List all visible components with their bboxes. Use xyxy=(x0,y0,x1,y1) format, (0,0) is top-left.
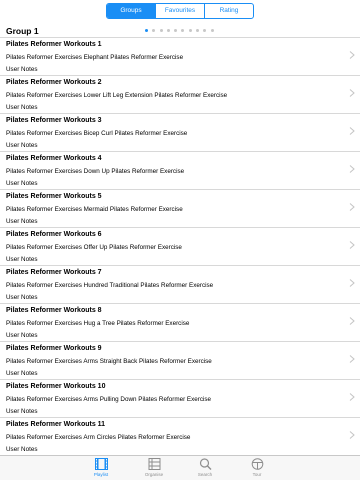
workout-subtitle: Pilates Reformer Exercises Elephant Pila… xyxy=(6,54,184,61)
film-icon xyxy=(94,458,108,470)
user-notes: User Notes xyxy=(6,446,38,453)
page-dot xyxy=(188,29,192,32)
page-dot xyxy=(196,29,200,32)
page-dot xyxy=(159,29,163,32)
group-title: Group 1 xyxy=(6,26,39,36)
list-item[interactable]: Pilates Reformer Workouts 5 Pilates Refor… xyxy=(0,190,360,228)
tab-tour[interactable]: Tour xyxy=(237,458,277,480)
tab-search[interactable]: Search xyxy=(185,458,225,480)
list-item[interactable]: Pilates Reformer Workouts 2 Pilates Refor… xyxy=(0,76,360,114)
user-notes: User Notes xyxy=(6,104,38,111)
workout-subtitle: Pilates Reformer Exercises Arms Pulling … xyxy=(6,396,212,403)
tour-icon xyxy=(251,458,263,470)
workout-title: Pilates Reformer Workouts 10 xyxy=(6,383,106,390)
workout-title: Pilates Reformer Workouts 6 xyxy=(6,231,102,238)
user-notes: User Notes xyxy=(6,408,38,415)
tab-bar: Playlist Organise Search Tour xyxy=(0,455,360,480)
page-dot xyxy=(152,29,156,32)
workout-subtitle: Pilates Reformer Exercises Offer Up Pila… xyxy=(6,244,182,251)
user-notes: User Notes xyxy=(6,294,38,301)
list-item[interactable]: Pilates Reformer Workouts 11 Pilates Refo… xyxy=(0,418,360,456)
tab-playlist[interactable]: Playlist xyxy=(81,458,121,480)
chevron-right-icon xyxy=(349,279,355,287)
chevron-right-icon xyxy=(349,89,355,97)
chevron-right-icon xyxy=(349,355,355,363)
workout-subtitle: Pilates Reformer Exercises Lower Lift Le… xyxy=(6,92,228,99)
page-indicator[interactable] xyxy=(145,29,214,32)
list-item[interactable]: Pilates Reformer Workouts 8 Pilates Refor… xyxy=(0,304,360,342)
user-notes: User Notes xyxy=(6,180,38,187)
tab-label: Organise xyxy=(144,472,164,477)
page-dot xyxy=(181,29,185,32)
page-dot xyxy=(174,29,178,32)
tab-label: Tour xyxy=(252,472,262,477)
workout-subtitle: Pilates Reformer Exercises Arms Straight… xyxy=(6,358,212,365)
chevron-right-icon xyxy=(349,51,355,59)
list-item[interactable]: Pilates Reformer Workouts 4 Pilates Refor… xyxy=(0,152,360,190)
user-notes: User Notes xyxy=(6,218,38,225)
workout-title: Pilates Reformer Workouts 7 xyxy=(6,269,102,276)
workout-subtitle: Pilates Reformer Exercises Hundred Tradi… xyxy=(6,282,214,289)
segmented-control: Groups Favourites Rating xyxy=(106,3,254,19)
list-item[interactable]: Pilates Reformer Workouts 9 Pilates Refor… xyxy=(0,342,360,380)
user-notes: User Notes xyxy=(6,370,38,377)
page-dot xyxy=(166,29,170,32)
workout-title: Pilates Reformer Workouts 11 xyxy=(6,421,106,428)
tab-label: Search xyxy=(197,472,213,477)
chevron-right-icon xyxy=(349,165,355,173)
list-item[interactable]: Pilates Reformer Workouts 1 Pilates Refor… xyxy=(0,38,360,76)
user-notes: User Notes xyxy=(6,256,38,263)
chevron-right-icon xyxy=(349,317,355,325)
user-notes: User Notes xyxy=(6,332,38,339)
user-notes: User Notes xyxy=(6,142,38,149)
workout-list: Pilates Reformer Workouts 1 Pilates Refor… xyxy=(0,37,360,456)
workout-subtitle: Pilates Reformer Exercises Hug a Tree Pi… xyxy=(6,320,190,327)
segment-rating[interactable]: Rating xyxy=(204,4,253,18)
workout-subtitle: Pilates Reformer Exercises Bicep Curl Pi… xyxy=(6,130,188,137)
segment-groups[interactable]: Groups xyxy=(107,4,155,18)
page-dot xyxy=(203,29,207,32)
list-item[interactable]: Pilates Reformer Workouts 6 Pilates Refor… xyxy=(0,228,360,266)
search-icon xyxy=(199,458,211,470)
chevron-right-icon xyxy=(349,127,355,135)
chevron-right-icon xyxy=(349,431,355,439)
list-item[interactable]: Pilates Reformer Workouts 10 Pilates Refo… xyxy=(0,380,360,418)
page-dot xyxy=(145,29,148,32)
top-bar: Groups Favourites Rating xyxy=(0,0,360,24)
user-notes: User Notes xyxy=(6,66,38,73)
list-item[interactable]: Pilates Reformer Workouts 7 Pilates Refor… xyxy=(0,266,360,304)
tab-organise[interactable]: Organise xyxy=(134,458,174,480)
list-item[interactable]: Pilates Reformer Workouts 3 Pilates Refor… xyxy=(0,114,360,152)
tab-label: Playlist xyxy=(93,472,109,477)
segment-favourites[interactable]: Favourites xyxy=(155,4,204,18)
page-dot xyxy=(210,29,214,32)
workout-subtitle: Pilates Reformer Exercises Down Up Pilat… xyxy=(6,168,185,175)
workout-title: Pilates Reformer Workouts 3 xyxy=(6,117,102,124)
workout-title: Pilates Reformer Workouts 8 xyxy=(6,307,102,314)
workout-title: Pilates Reformer Workouts 9 xyxy=(6,345,102,352)
workout-subtitle: Pilates Reformer Exercises Arm Circles P… xyxy=(6,434,191,441)
chevron-right-icon xyxy=(349,241,355,249)
chevron-right-icon xyxy=(349,203,355,211)
workout-title: Pilates Reformer Workouts 4 xyxy=(6,155,102,162)
chevron-right-icon xyxy=(349,393,355,401)
workout-title: Pilates Reformer Workouts 1 xyxy=(6,41,102,48)
workout-title: Pilates Reformer Workouts 2 xyxy=(6,79,102,86)
grid-icon xyxy=(148,458,160,470)
workout-title: Pilates Reformer Workouts 5 xyxy=(6,193,102,200)
workout-subtitle: Pilates Reformer Exercises Mermaid Pilat… xyxy=(6,206,183,213)
